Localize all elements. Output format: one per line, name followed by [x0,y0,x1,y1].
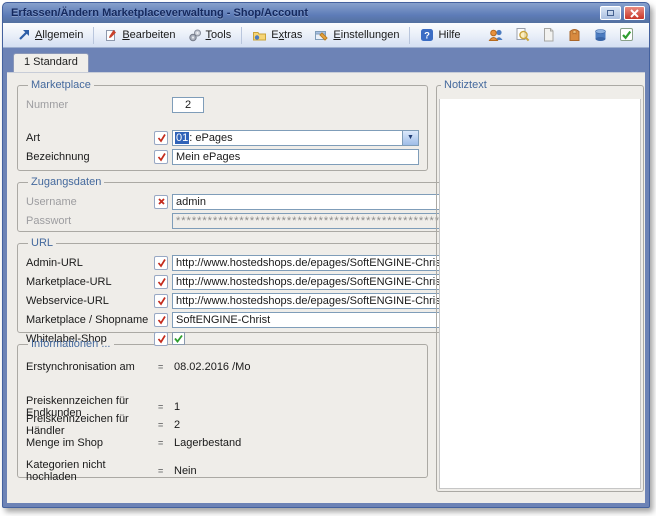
group-url-legend: URL [28,237,56,249]
art-selected-code: 01 [175,132,189,144]
info-label: Menge im Shop [26,437,158,449]
close-button[interactable] [624,6,645,20]
group-notiztext-legend: Notiztext [441,79,490,91]
info-label: Preiskennzeichen für Händler [26,413,158,437]
webservice-url-field[interactable]: http://www.hostedshops.de/epages/SoftENG… [172,293,481,309]
info-value: 08.02.2016 /Mo [174,361,250,373]
content-panel: Marketplace Nummer 2 Art [7,72,645,503]
group-marketplace-legend: Marketplace [28,79,94,91]
admin-url-field[interactable]: http://www.hostedshops.de/epages/SoftENG… [172,255,481,271]
gears-icon [188,28,202,42]
marketplace-url-label: Marketplace-URL [26,276,154,288]
close-icon [630,9,639,18]
folder-icon [252,28,267,42]
required-check-icon [154,256,168,270]
toolbar-right [488,27,641,44]
dialog-window: Erfassen/Ändern Marketplaceverwaltung - … [2,2,650,508]
menu-hilfe[interactable]: ? Hilfe [414,26,466,44]
restore-button[interactable] [600,6,621,20]
info-value: 1 [174,401,180,413]
database-icon[interactable] [592,27,609,44]
group-marketplace: Marketplace Nummer 2 Art [17,79,428,171]
package-icon[interactable] [566,27,583,44]
edit-icon [104,28,118,42]
restore-icon [607,10,614,16]
help-icon: ? [420,28,434,42]
admin-url-label: Admin-URL [26,257,154,269]
required-check-icon [154,294,168,308]
whitelabel-checkbox[interactable] [172,332,185,345]
bezeichnung-label: Bezeichnung [26,151,154,163]
tab-strip: 1 Standard [3,48,649,72]
menu-einstellungen[interactable]: Einstellungen [308,26,405,44]
settings-icon [314,28,329,42]
nummer-label: Nummer [26,99,154,111]
window-title: Erfassen/Ändern Marketplaceverwaltung - … [11,7,597,19]
menu-allgemein[interactable]: Allgemein [11,26,89,44]
username-label: Username [26,196,154,208]
menu-tools[interactable]: Tools [182,26,238,44]
art-label: Art [26,132,154,144]
required-check-icon [154,150,168,164]
required-check-icon [154,332,168,346]
passwort-label: Passwort [26,215,154,227]
tab-standard[interactable]: 1 Standard [13,53,89,72]
equals-icon: = [158,420,174,430]
title-bar: Erfassen/Ändern Marketplaceverwaltung - … [3,3,649,23]
svg-text:?: ? [425,31,431,42]
search-icon[interactable] [514,27,531,44]
group-informationen-legend: Informationen ... [28,338,114,350]
notiztext-area[interactable] [439,99,641,489]
art-dropdown[interactable]: 01 : ePages ▼ [172,130,419,146]
required-x-icon [154,195,168,209]
equals-icon: = [158,362,174,372]
menu-separator [93,27,94,44]
menu-separator [241,27,242,44]
dropdown-arrow-icon[interactable]: ▼ [402,131,418,145]
required-check-icon [154,131,168,145]
info-value: 2 [174,419,180,431]
document-icon[interactable] [540,27,557,44]
art-selected-text: : ePages [189,132,232,144]
equals-icon: = [158,402,174,412]
bezeichnung-field[interactable]: Mein ePages [172,149,419,165]
arrow-up-right-icon [17,28,31,42]
checkmark-icon [173,333,184,344]
required-check-icon [154,275,168,289]
menu-bar: Allgemein Bearbeiten Tools E [3,23,649,48]
group-zugangsdaten: Zugangsdaten Username admin Passwort [17,176,506,232]
users-icon[interactable] [488,27,505,44]
check-icon[interactable] [618,27,635,44]
group-informationen: Informationen ... Erstynchronisation am … [17,338,428,478]
info-value: Nein [174,465,197,477]
info-value: Lagerbestand [174,437,241,449]
group-zugangsdaten-legend: Zugangsdaten [28,176,104,188]
menu-bearbeiten[interactable]: Bearbeiten [98,26,181,44]
equals-icon: = [158,438,174,448]
webservice-url-label: Webservice-URL [26,295,154,307]
required-check-icon [154,313,168,327]
menu-extras[interactable]: Extras [246,26,308,44]
nummer-field: 2 [172,97,204,113]
info-label: Kategorien nicht hochladen [26,459,158,483]
equals-icon: = [158,466,174,476]
marketplace-url-field[interactable]: http://www.hostedshops.de/epages/SoftENG… [172,274,481,290]
group-notiztext: Notiztext [436,79,644,492]
shopname-label: Marketplace / Shopname [26,314,154,326]
info-label: Erstynchronisation am [26,361,158,373]
menu-separator [409,27,410,44]
left-column: Marketplace Nummer 2 Art [17,79,428,483]
